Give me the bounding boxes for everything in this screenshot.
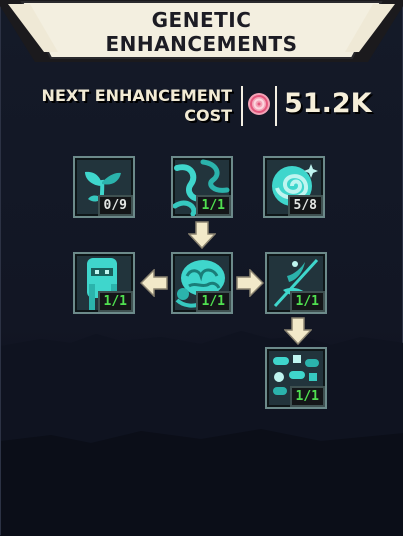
node-tentacles[interactable]: 1/1 (171, 156, 233, 218)
node-level-badge: 1/1 (289, 386, 325, 407)
node-level-badge: 1/1 (195, 195, 231, 216)
node-humanoid[interactable]: 1/1 (73, 252, 135, 314)
cost-value: 51.2K (284, 88, 372, 119)
cost-label-line-1: NEXT ENHANCEMENT (41, 86, 232, 105)
node-level-badge: 0/9 (97, 195, 133, 216)
node-needle[interactable]: 1/1 (265, 252, 327, 314)
node-level-badge: 1/1 (289, 291, 325, 312)
title-line-1: GENETIC (151, 8, 252, 32)
node-sprout[interactable]: 0/9 (73, 156, 135, 218)
node-level-badge: 1/1 (195, 291, 231, 312)
pink-dna-spiral-icon (248, 93, 270, 115)
node-pills[interactable]: 1/1 (265, 347, 327, 409)
node-brain[interactable]: 1/1 (171, 252, 233, 314)
node-level-badge: 1/1 (97, 291, 133, 312)
arrow-down-icon (284, 317, 312, 345)
title-line-2: ENHANCEMENTS (105, 32, 298, 56)
cost-currency-frame (241, 86, 277, 126)
node-level-badge: 5/8 (287, 195, 323, 216)
arrow-down-icon (188, 221, 216, 249)
arrow-left-icon (140, 269, 168, 297)
arrow-right-icon (236, 269, 264, 297)
cost-label-line-2: COST (184, 106, 232, 125)
node-spiral[interactable]: 5/8 (263, 156, 325, 218)
